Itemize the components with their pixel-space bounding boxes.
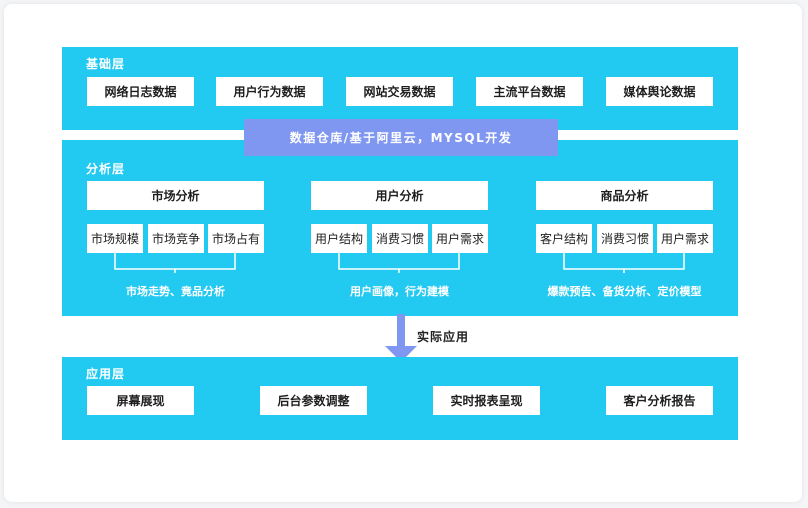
sub-user-habits: 消费习惯 bbox=[372, 224, 428, 253]
application-layer-title: 应用层 bbox=[86, 367, 126, 381]
base-item-web-log: 网络日志数据 bbox=[87, 77, 194, 106]
arrow-label: 实际应用 bbox=[417, 330, 470, 344]
base-item-user-behavior: 用户行为数据 bbox=[216, 77, 323, 106]
app-item-backend-params: 后台参数调整 bbox=[260, 386, 367, 415]
group-user-analysis: 用户分析 bbox=[311, 181, 488, 210]
caption-market: 市场走势、竟品分析 bbox=[126, 285, 225, 298]
data-warehouse-bar: 数据仓库/基于阿里云，MYSQL开发 bbox=[244, 119, 558, 156]
group-product-analysis: 商品分析 bbox=[536, 181, 713, 210]
base-item-platform-data: 主流平台数据 bbox=[476, 77, 583, 106]
app-item-screen-display: 屏幕展现 bbox=[87, 386, 194, 415]
sub-market-size: 市场规模 bbox=[87, 224, 143, 253]
sub-user-needs: 用户需求 bbox=[432, 224, 488, 253]
group-user-bracket bbox=[338, 253, 460, 273]
sub-consumer-habits: 消费习惯 bbox=[597, 224, 653, 253]
base-layer-title: 基础层 bbox=[86, 57, 126, 71]
group-market-bracket bbox=[114, 253, 236, 273]
sub-customer-needs: 用户需求 bbox=[657, 224, 713, 253]
caption-user: 用户画像，行为建模 bbox=[350, 285, 449, 298]
analysis-layer-title: 分析层 bbox=[86, 162, 126, 176]
group-product-bracket bbox=[563, 253, 685, 273]
sub-market-share: 市场占有 bbox=[208, 224, 264, 253]
sub-user-structure: 用户结构 bbox=[311, 224, 367, 253]
caption-product: 爆款预告、备货分析、定价模型 bbox=[547, 285, 702, 298]
base-item-site-transaction: 网站交易数据 bbox=[346, 77, 453, 106]
base-item-media-opinion: 媒体舆论数据 bbox=[606, 77, 713, 106]
app-item-realtime-report: 实时报表呈现 bbox=[433, 386, 540, 415]
sub-customer-structure: 客户结构 bbox=[536, 224, 592, 253]
group-market-analysis: 市场分析 bbox=[87, 181, 264, 210]
app-item-customer-report: 客户分析报告 bbox=[606, 386, 713, 415]
sub-market-competition: 市场竞争 bbox=[148, 224, 204, 253]
